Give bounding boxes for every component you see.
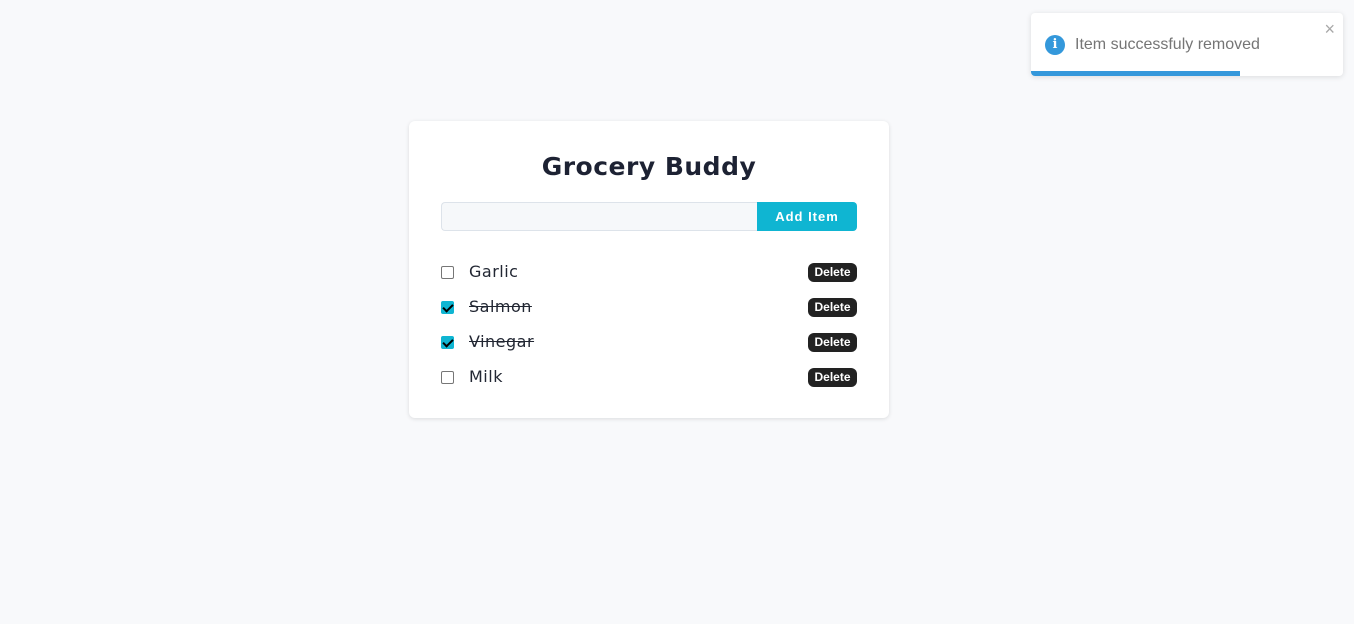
grocery-card: Grocery Buddy Add Item Garlic Delete Sal… [409, 121, 889, 418]
add-item-form: Add Item [441, 202, 857, 231]
list-item: Vinegar Delete [441, 325, 857, 360]
toast-notification: i Item successfuly removed × [1031, 13, 1343, 76]
toast-progress-bar [1031, 71, 1241, 76]
item-name: Salmon [469, 297, 532, 316]
item-input[interactable] [441, 202, 757, 231]
page-title: Grocery Buddy [541, 152, 757, 181]
list-item: Garlic Delete [441, 255, 857, 290]
item-checkbox[interactable] [441, 301, 454, 314]
toast-message: Item successfuly removed [1075, 36, 1260, 53]
close-icon[interactable]: × [1324, 19, 1335, 39]
delete-button[interactable]: Delete [808, 263, 857, 282]
add-item-button[interactable]: Add Item [757, 202, 857, 231]
list-item: Milk Delete [441, 360, 857, 395]
delete-button[interactable]: Delete [808, 368, 857, 387]
toast-progress-track [1031, 71, 1343, 76]
item-checkbox[interactable] [441, 371, 454, 384]
grocery-list: Garlic Delete Salmon Delete Vinegar Dele… [441, 255, 857, 395]
info-icon: i [1045, 35, 1065, 55]
delete-button[interactable]: Delete [808, 298, 857, 317]
delete-button[interactable]: Delete [808, 333, 857, 352]
item-checkbox[interactable] [441, 336, 454, 349]
item-name: Garlic [469, 262, 519, 281]
item-checkbox[interactable] [441, 266, 454, 279]
item-name: Milk [469, 367, 503, 386]
list-item: Salmon Delete [441, 290, 857, 325]
item-name: Vinegar [469, 332, 535, 351]
